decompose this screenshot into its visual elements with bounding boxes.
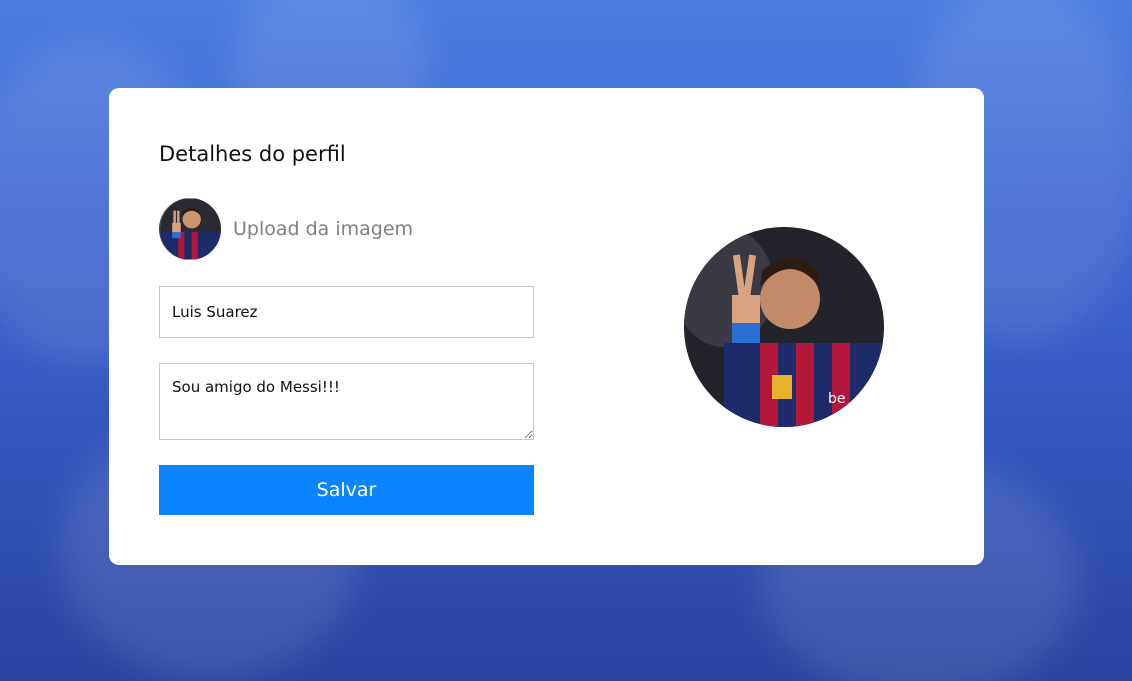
save-button[interactable]: Salvar (159, 465, 534, 515)
player-photo-large-icon: be (684, 227, 884, 427)
profile-card: Detalhes do perfil Upload da imagem Sou … (109, 88, 984, 565)
profile-photo-preview: be (684, 227, 884, 427)
svg-text:be: be (828, 391, 846, 407)
player-photo-icon (160, 198, 221, 260)
page-title: Detalhes do perfil (159, 142, 346, 166)
avatar-thumbnail[interactable] (159, 198, 221, 260)
name-field[interactable] (159, 286, 534, 338)
bio-textarea[interactable]: Sou amigo do Messi!!! (159, 363, 534, 440)
upload-image-label[interactable]: Upload da imagem (233, 218, 413, 240)
upload-image-control[interactable]: Upload da imagem (159, 198, 413, 260)
